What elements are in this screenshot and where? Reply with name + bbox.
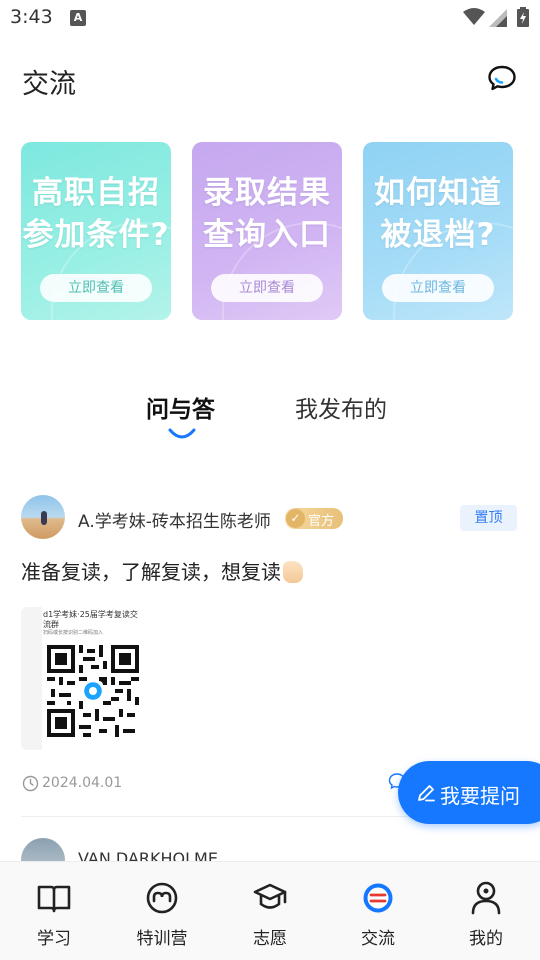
- banner-file-rejection[interactable]: 如何知道 被退档? 立即查看: [363, 142, 513, 320]
- nav-item-study[interactable]: 学习: [0, 862, 108, 960]
- status-bar: 3:43 A: [0, 0, 540, 36]
- graduation-cap-icon: [253, 883, 287, 909]
- nav-item-volunteer[interactable]: 志愿: [216, 862, 324, 960]
- tab-my-posts[interactable]: 我发布的: [295, 390, 387, 424]
- banner-title-line1: 高职自招: [32, 175, 160, 211]
- banner-title: 高职自招 参加条件?: [21, 172, 171, 256]
- avatar-figure: [41, 511, 47, 525]
- banner-title-line2: 被退档?: [380, 217, 496, 253]
- banner-admission-results[interactable]: 录取结果 查询入口 立即查看: [192, 142, 342, 320]
- nav-label: 志愿: [253, 929, 287, 949]
- tab-qa[interactable]: 问与答: [146, 390, 215, 424]
- pen-icon: [418, 785, 435, 802]
- banner-view-button[interactable]: 立即查看: [40, 274, 152, 302]
- banner-title-line2: 查询入口: [203, 217, 331, 253]
- chat-bubble-icon[interactable]: [486, 62, 518, 94]
- banner-view-button[interactable]: 立即查看: [382, 274, 494, 302]
- banner-title-line1: 如何知道: [374, 175, 502, 211]
- qr-subtitle: 扫码或长按识别二维码加入: [43, 630, 104, 636]
- author-name[interactable]: A.学考妹-砖本招生陈老师: [78, 507, 271, 532]
- pointing-down-emoji-icon: [283, 561, 303, 583]
- qr-title: d1学考妹·25届学考复读交流群: [43, 610, 138, 629]
- banner-title: 录取结果 查询入口: [192, 172, 342, 256]
- post-date: 2024.04.01: [42, 775, 123, 791]
- smile-icon: [146, 882, 178, 914]
- nav-label: 交流: [361, 929, 395, 949]
- banner-title: 如何知道 被退档?: [363, 172, 513, 256]
- chat-icon: [363, 883, 393, 913]
- wifi-icon: [463, 8, 485, 25]
- nav-item-profile[interactable]: 我的: [432, 862, 540, 960]
- ask-question-button[interactable]: 我要提问: [398, 761, 540, 824]
- bottom-nav: 学习 特训营 志愿 交流 我的: [0, 861, 540, 960]
- banner-title-line2: 参加条件?: [22, 217, 170, 253]
- user-icon: [471, 881, 501, 915]
- clock-icon: [22, 775, 39, 792]
- official-badge-label: 官方: [308, 514, 335, 529]
- nav-label: 学习: [37, 929, 71, 949]
- verified-check-icon: ✓: [286, 509, 305, 528]
- book-icon: [37, 885, 71, 913]
- qr-code-icon: [47, 645, 139, 737]
- signal-icon: [489, 9, 507, 27]
- avatar[interactable]: [21, 495, 65, 539]
- ask-question-label: 我要提问: [440, 784, 520, 808]
- nav-label: 特训营: [136, 929, 188, 949]
- pinned-badge: 置顶: [460, 505, 517, 531]
- banner-title-line1: 录取结果: [203, 175, 331, 211]
- nav-item-community[interactable]: 交流: [324, 862, 432, 960]
- post-content[interactable]: 准备复读，了解复读，想复读: [21, 556, 303, 585]
- battery-charging-icon: [517, 7, 529, 27]
- nav-item-training[interactable]: 特训营: [108, 862, 216, 960]
- post-text: 准备复读，了解复读，想复读: [21, 560, 281, 584]
- page-title: 交流: [22, 69, 76, 100]
- notification-a-icon: A: [70, 10, 86, 26]
- post-image[interactable]: d1学考妹·25届学考复读交流群 扫码或长按识别二维码加入: [21, 607, 164, 750]
- nav-label: 我的: [469, 929, 503, 949]
- official-badge: ✓ 官方: [285, 508, 343, 529]
- tab-active-indicator: [168, 428, 196, 439]
- status-time: 3:43: [10, 6, 53, 28]
- banner-vocational-admission[interactable]: 高职自招 参加条件? 立即查看: [21, 142, 171, 320]
- banner-view-button[interactable]: 立即查看: [211, 274, 323, 302]
